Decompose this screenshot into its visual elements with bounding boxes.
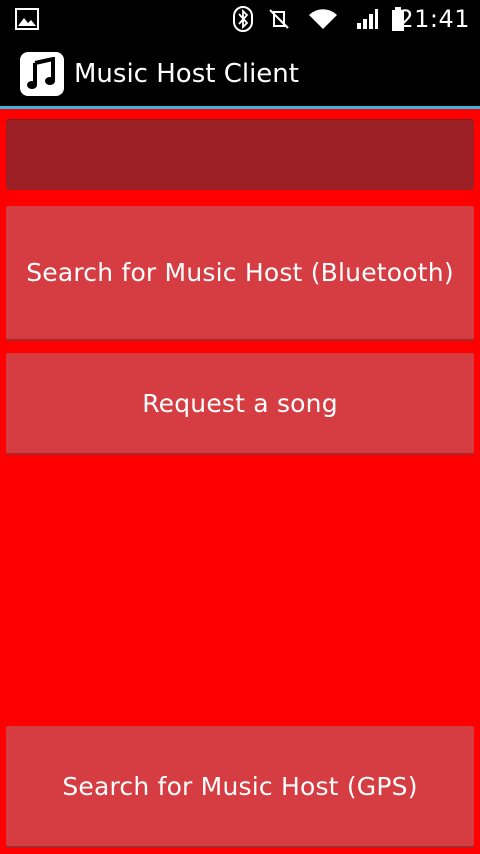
search-bluetooth-label: Search for Music Host (Bluetooth) [26, 258, 454, 287]
song-input-field[interactable] [6, 119, 474, 190]
music-note-icon [20, 52, 64, 96]
action-bar: Music Host Client [0, 38, 480, 107]
request-song-label: Request a song [142, 388, 338, 418]
status-bar: 21:41 [0, 0, 480, 38]
vibrate-muted-icon [266, 0, 292, 38]
search-bluetooth-button[interactable]: Search for Music Host (Bluetooth) [6, 206, 474, 339]
status-time: 21:41 [398, 5, 470, 33]
bluetooth-icon [232, 0, 254, 38]
wifi-icon [308, 0, 338, 38]
signal-icon [354, 0, 380, 38]
request-song-button[interactable]: Request a song [6, 353, 474, 453]
app-title: Music Host Client [74, 59, 299, 89]
gallery-icon [14, 0, 40, 38]
action-bar-divider [0, 106, 480, 109]
search-gps-label: Search for Music Host (GPS) [62, 771, 418, 801]
search-gps-button[interactable]: Search for Music Host (GPS) [6, 726, 474, 846]
